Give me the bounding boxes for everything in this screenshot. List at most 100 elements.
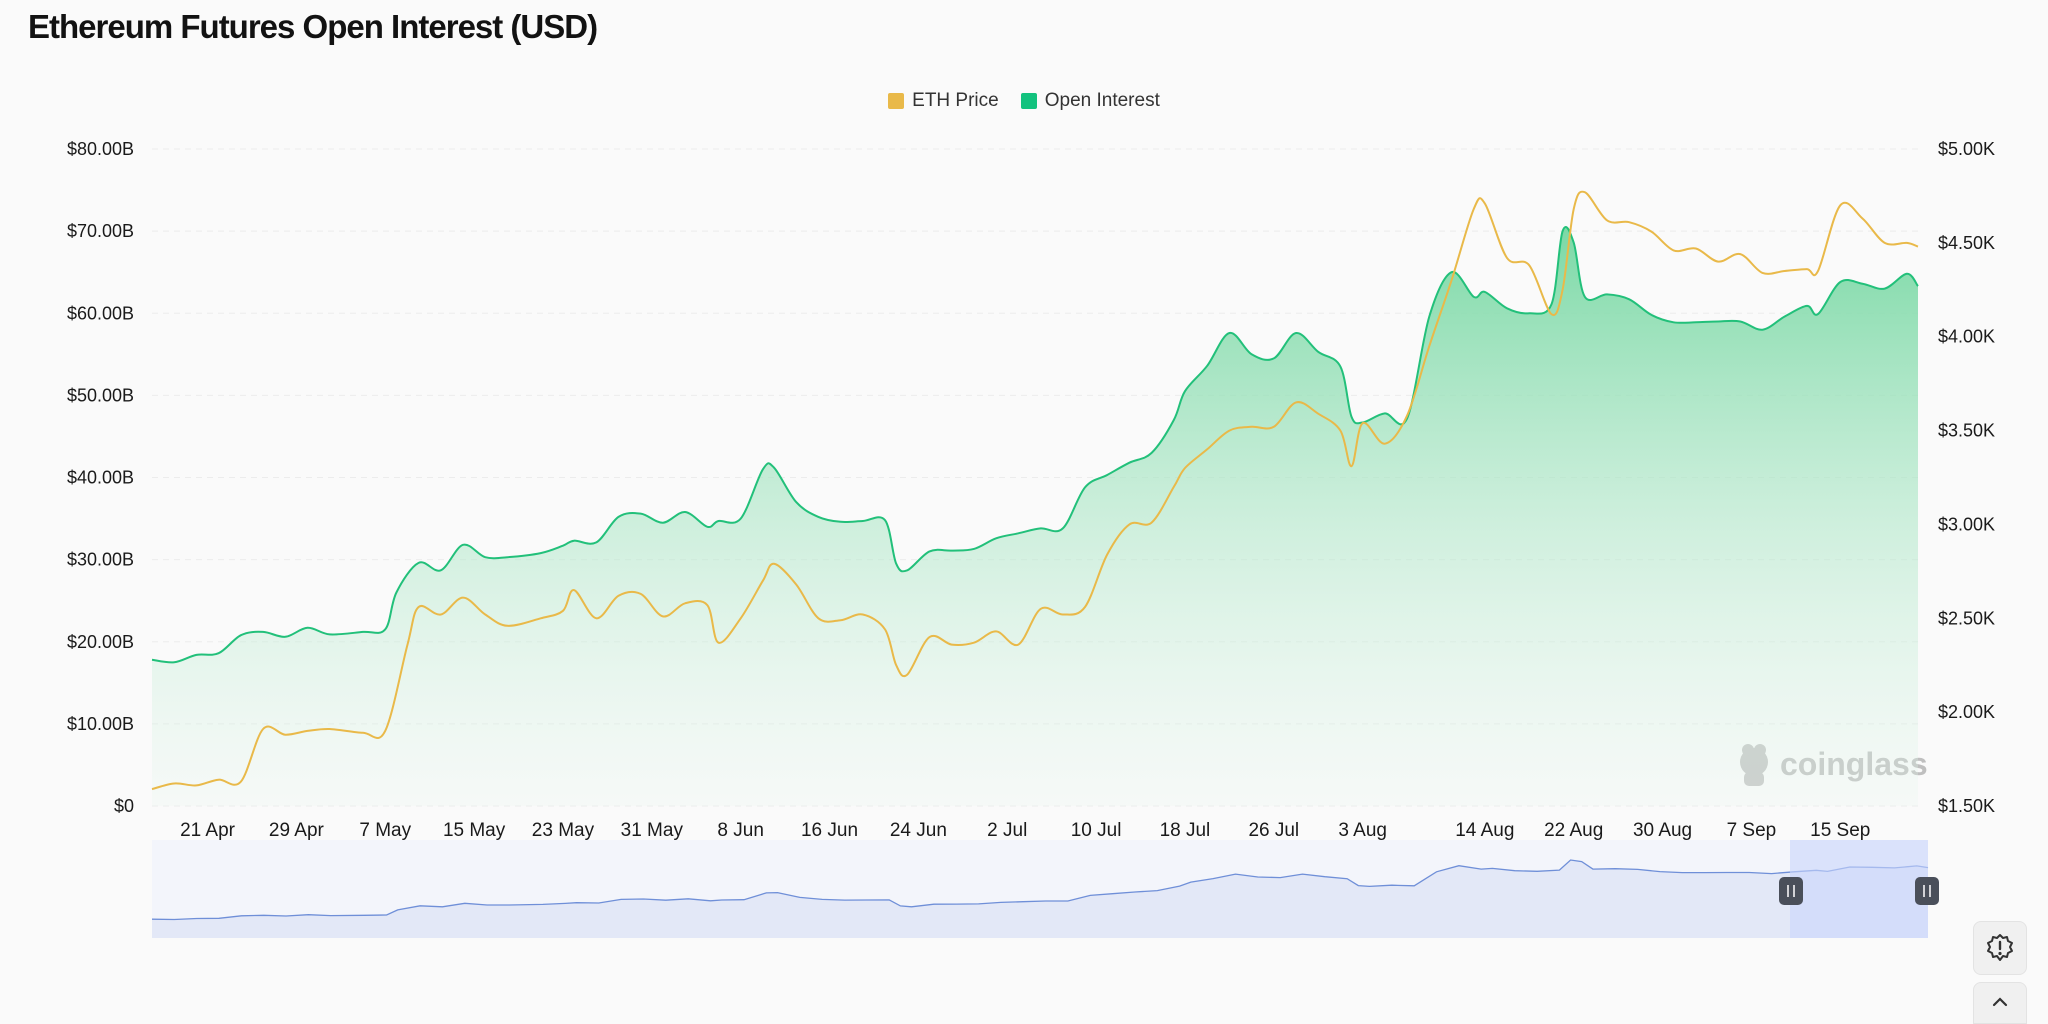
eth-price-point[interactable] [304,728,310,734]
navigator[interactable] [151,840,1939,938]
eth-price-point[interactable] [1693,245,1699,251]
open-interest-point[interactable] [882,517,888,523]
open-interest-point[interactable] [216,650,222,656]
eth-price-point[interactable] [1226,428,1232,434]
eth-price-point[interactable] [1204,446,1210,452]
navigator-selection[interactable] [1790,840,1928,938]
open-interest-point[interactable] [1204,363,1210,369]
open-interest-point[interactable] [1560,228,1566,234]
eth-price-point[interactable] [1815,268,1821,274]
open-interest-point[interactable] [1182,388,1188,394]
eth-price-point[interactable] [1582,189,1588,195]
open-interest-point[interactable] [149,657,155,663]
eth-price-point[interactable] [1760,270,1766,276]
eth-price-point[interactable] [638,591,644,597]
eth-price-point[interactable] [593,615,599,621]
open-interest-point[interactable] [860,518,866,524]
open-interest-point[interactable] [1571,240,1577,246]
open-interest-point[interactable] [393,589,399,595]
eth-price-point[interactable] [538,615,544,621]
eth-price-point[interactable] [460,595,466,601]
open-interest-point[interactable] [560,543,566,549]
eth-price-point[interactable] [1337,428,1343,434]
eth-price-point[interactable] [1449,277,1455,283]
open-interest-point[interactable] [1626,296,1632,302]
open-interest-point[interactable] [771,465,777,471]
open-interest-point[interactable] [593,539,599,545]
open-interest-point[interactable] [682,509,688,515]
eth-price-point[interactable] [1571,206,1577,212]
eth-price-point[interactable] [1837,202,1843,208]
eth-price-point[interactable] [1548,311,1554,317]
eth-price-point[interactable] [904,672,910,678]
open-interest-point[interactable] [760,466,766,472]
eth-price-point[interactable] [1171,484,1177,490]
eth-price-point[interactable] [1126,521,1132,527]
settings-button[interactable] [1973,921,2027,975]
open-interest-point[interactable] [1837,279,1843,285]
navigator-handle-left[interactable] [1779,877,1803,905]
open-interest-point[interactable] [1249,351,1255,357]
open-interest-point[interactable] [1126,460,1132,466]
open-interest-point[interactable] [1815,311,1821,317]
open-interest-point[interactable] [926,548,932,554]
eth-price-point[interactable] [504,623,510,629]
eth-price-point[interactable] [1737,251,1743,257]
open-interest-point[interactable] [360,629,366,635]
eth-price-point[interactable] [1604,217,1610,223]
open-interest-point[interactable] [1271,355,1277,361]
eth-price-point[interactable] [704,602,710,608]
open-interest-point[interactable] [838,519,844,525]
eth-price-point[interactable] [1504,255,1510,261]
eth-price-point[interactable] [171,780,177,786]
open-interest-point[interactable] [1715,318,1721,324]
eth-price-point[interactable] [1182,465,1188,471]
eth-price-point[interactable] [193,782,199,788]
open-interest-point[interactable] [1671,319,1677,325]
open-interest-point[interactable] [715,518,721,524]
eth-price-point[interactable] [815,615,821,621]
eth-price-point[interactable] [404,642,410,648]
eth-price-point[interactable] [1104,551,1110,557]
open-interest-point[interactable] [327,631,333,637]
scroll-up-button[interactable] [1973,982,2027,1024]
eth-price-point[interactable] [1149,520,1155,526]
eth-price-point[interactable] [1382,441,1388,447]
eth-price-point[interactable] [238,779,244,785]
open-interest-point[interactable] [815,514,821,520]
eth-price-point[interactable] [560,608,566,614]
open-interest-point[interactable] [1804,303,1810,309]
eth-price-point[interactable] [971,640,977,646]
eth-price-point[interactable] [1715,259,1721,265]
open-interest-point[interactable] [638,511,644,517]
eth-price-point[interactable] [860,612,866,618]
eth-price-point[interactable] [1082,604,1088,610]
eth-price-point[interactable] [1426,343,1432,349]
eth-price-point[interactable] [615,593,621,599]
open-interest-point[interactable] [904,567,910,573]
eth-price-point[interactable] [1271,424,1277,430]
open-interest-point[interactable] [1382,410,1388,416]
open-interest-point[interactable] [949,548,955,554]
open-interest-point[interactable] [1226,330,1232,336]
open-interest-point[interactable] [1737,318,1743,324]
open-interest-point[interactable] [1349,414,1355,420]
open-interest-point[interactable] [1915,283,1921,289]
open-interest-point[interactable] [1293,330,1299,336]
eth-price-point[interactable] [438,612,444,618]
open-interest-point[interactable] [1149,450,1155,456]
open-interest-point[interactable] [1449,269,1455,275]
open-interest-point[interactable] [282,634,288,640]
eth-price-point[interactable] [1671,247,1677,253]
eth-price-point[interactable] [660,613,666,619]
eth-price-point[interactable] [1526,262,1532,268]
open-interest-point[interactable] [1060,525,1066,531]
open-interest-point[interactable] [1337,364,1343,370]
eth-price-point[interactable] [282,732,288,738]
eth-price-point[interactable] [1360,420,1366,426]
open-interest-point[interactable] [993,535,999,541]
eth-price-point[interactable] [738,615,744,621]
eth-price-point[interactable] [926,634,932,640]
open-interest-point[interactable] [538,550,544,556]
open-interest-point[interactable] [1859,281,1865,287]
